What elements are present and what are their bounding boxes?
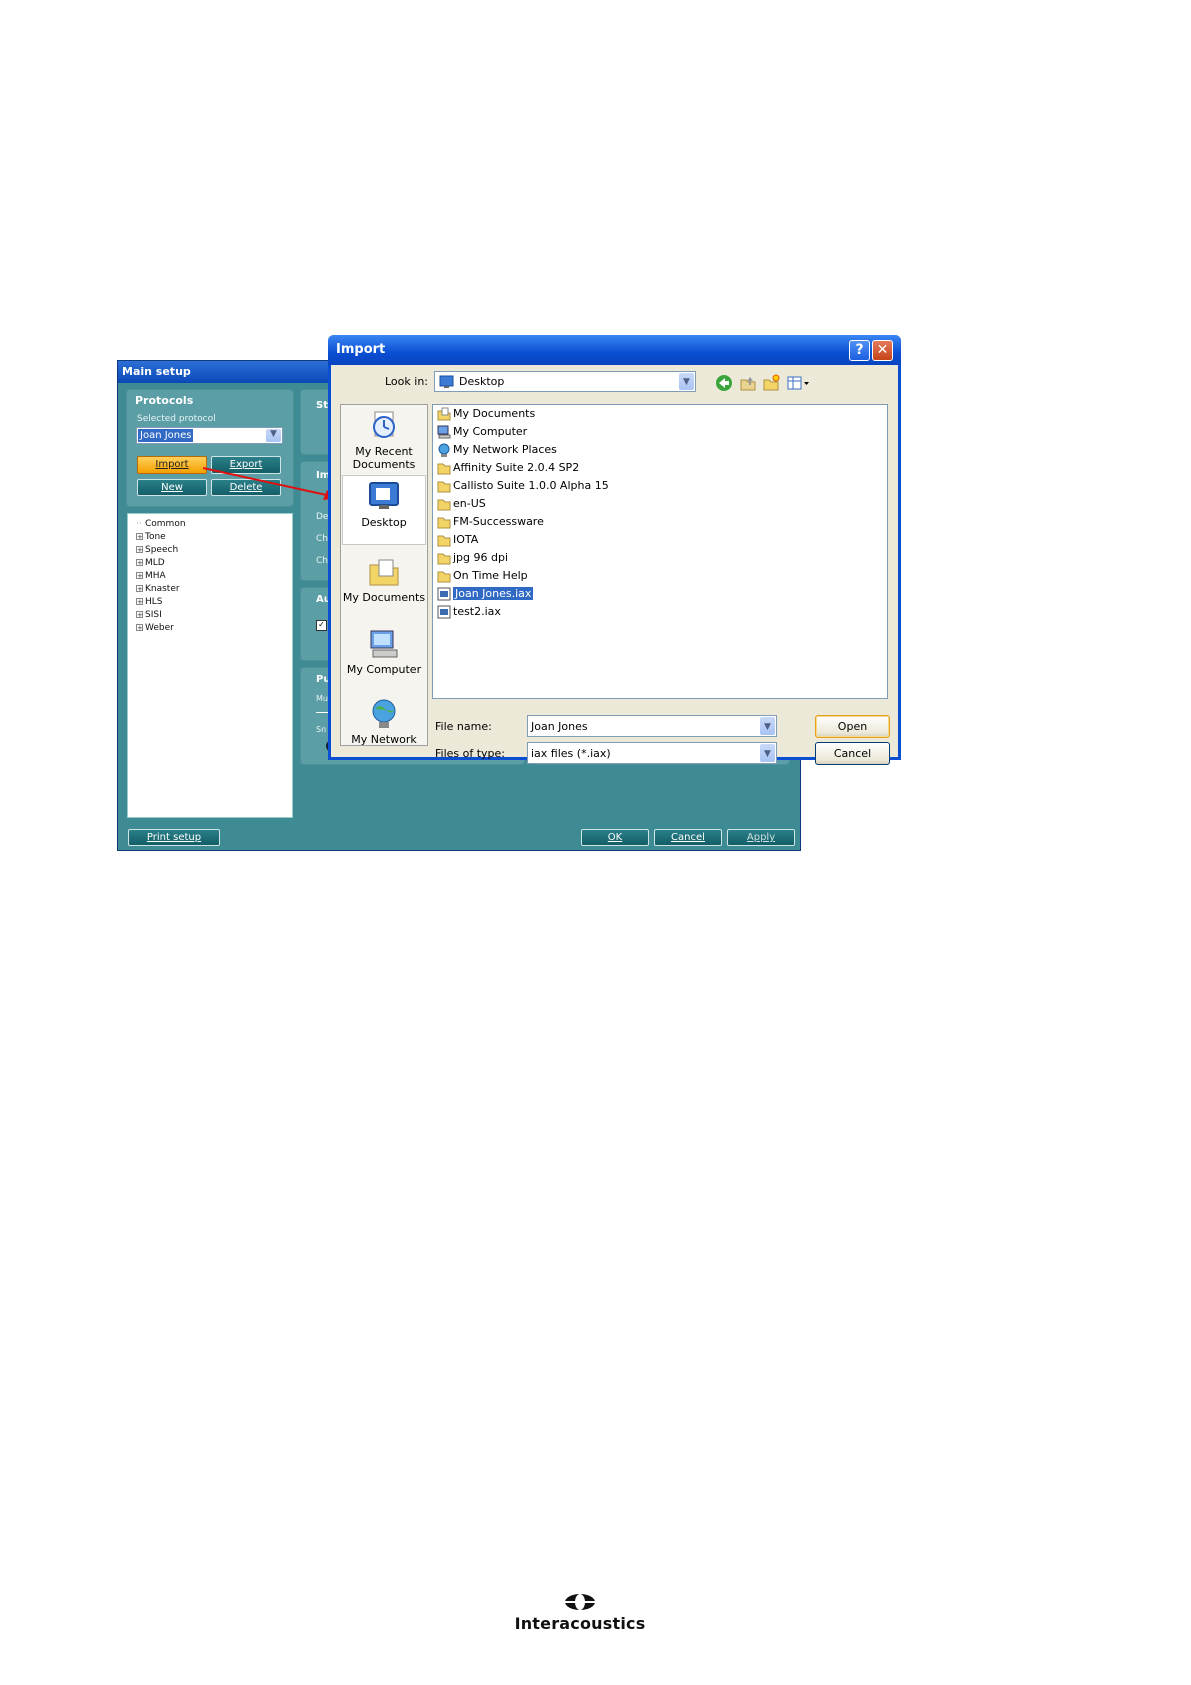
look-in-value: Desktop bbox=[459, 375, 505, 388]
computer-icon bbox=[437, 425, 451, 439]
interacoustics-logo: Interacoustics bbox=[500, 1592, 660, 1633]
folder-icon bbox=[437, 535, 451, 547]
open-button[interactable]: Open bbox=[815, 715, 890, 738]
folder-icon bbox=[437, 517, 451, 529]
import-dialog: Import ? ✕ Look in: Desktop ▼ My Recent … bbox=[328, 335, 901, 765]
protocol-tree[interactable]: ·· Common + Tone + Speech + MLD + MHA + Knaste… bbox=[127, 513, 293, 818]
file-name-label: File name: bbox=[435, 720, 492, 733]
red-arrow-icon bbox=[202, 467, 338, 500]
my-documents-icon bbox=[369, 559, 399, 586]
list-item[interactable]: en-US bbox=[437, 497, 486, 514]
place-my-network[interactable]: My Network bbox=[342, 697, 426, 746]
files-of-type-label: Files of type: bbox=[435, 747, 506, 760]
list-item[interactable]: My Documents bbox=[437, 407, 535, 424]
main-cancel-button[interactable]: Cancel bbox=[654, 829, 722, 846]
folder-icon bbox=[437, 571, 451, 583]
folder-icon bbox=[437, 553, 451, 565]
list-item[interactable]: Callisto Suite 1.0.0 Alpha 15 bbox=[437, 479, 609, 496]
up-folder-icon[interactable] bbox=[739, 374, 757, 392]
chevron-down-icon[interactable]: ▼ bbox=[760, 744, 775, 762]
file-list[interactable]: My Documents My Computer My Network Plac… bbox=[432, 404, 888, 699]
list-item[interactable]: My Network Places bbox=[437, 443, 557, 460]
tree-item-knaster[interactable]: + Knaster bbox=[136, 583, 186, 596]
expand-icon: + bbox=[136, 598, 143, 606]
folder-icon bbox=[437, 499, 451, 511]
protocols-title: Protocols bbox=[135, 394, 194, 407]
place-desktop[interactable]: Desktop bbox=[342, 475, 426, 545]
iax-file-icon bbox=[437, 587, 451, 601]
import-cancel-button[interactable]: Cancel bbox=[815, 742, 890, 765]
iax-file-icon bbox=[437, 605, 451, 619]
view-menu-icon[interactable] bbox=[787, 374, 811, 392]
recent-documents-icon bbox=[373, 411, 395, 438]
print-setup-button[interactable]: Print setup bbox=[128, 829, 220, 846]
expand-icon: + bbox=[136, 624, 143, 632]
expand-icon: + bbox=[136, 559, 143, 567]
file-name-value: Joan Jones bbox=[531, 720, 588, 733]
place-my-computer[interactable]: My Computer bbox=[342, 627, 426, 676]
files-of-type-dropdown[interactable]: iax files (*.iax) ▼ bbox=[527, 742, 777, 764]
help-icon[interactable]: ? bbox=[849, 340, 870, 361]
look-in-label: Look in: bbox=[385, 375, 428, 388]
tree-item-sisi[interactable]: + SISI bbox=[136, 609, 186, 622]
list-item-selected[interactable]: Joan Jones.iax bbox=[437, 587, 534, 604]
place-my-recent-documents[interactable]: My Recent Documents bbox=[342, 409, 426, 471]
brand-name: Interacoustics bbox=[514, 1614, 646, 1633]
checkbox[interactable]: ✓ bbox=[316, 620, 327, 631]
network-icon bbox=[372, 699, 396, 728]
tree-item-speech[interactable]: + Speech bbox=[136, 544, 186, 557]
computer-icon bbox=[370, 630, 398, 658]
place-my-documents[interactable]: My Documents bbox=[342, 555, 426, 604]
tree-item-tone[interactable]: + Tone bbox=[136, 531, 186, 544]
chevron-down-icon[interactable]: ▼ bbox=[266, 429, 281, 442]
places-bar: My Recent Documents Desktop My Documents bbox=[340, 404, 428, 746]
selected-protocol-label: Selected protocol bbox=[137, 414, 216, 424]
back-icon[interactable] bbox=[715, 374, 733, 392]
list-item[interactable]: test2.iax bbox=[437, 605, 501, 622]
tree-item-mld[interactable]: + MLD bbox=[136, 557, 186, 570]
selected-protocol-value: Joan Jones bbox=[138, 429, 194, 442]
tree-list: ·· Common + Tone + Speech + MLD + MHA + Knaste… bbox=[136, 518, 186, 635]
desktop-icon bbox=[369, 482, 399, 509]
list-item[interactable]: On Time Help bbox=[437, 569, 528, 586]
files-of-type-value: iax files (*.iax) bbox=[531, 747, 611, 760]
import-titlebar: Import ? ✕ bbox=[328, 335, 901, 365]
expand-icon: + bbox=[136, 572, 143, 580]
look-in-dropdown[interactable]: Desktop ▼ bbox=[434, 371, 696, 392]
folder-icon bbox=[437, 463, 451, 475]
import-title: Import bbox=[336, 342, 386, 357]
interacoustics-logo-icon bbox=[565, 1594, 595, 1610]
divider bbox=[316, 712, 328, 713]
list-item[interactable]: Affinity Suite 2.0.4 SP2 bbox=[437, 461, 579, 478]
close-icon[interactable]: ✕ bbox=[872, 340, 893, 361]
expand-icon: + bbox=[136, 533, 143, 541]
tree-item-hls[interactable]: + HLS bbox=[136, 596, 186, 609]
apply-button[interactable]: Apply bbox=[727, 829, 795, 846]
tree-item-common[interactable]: ·· Common bbox=[136, 518, 186, 531]
chevron-down-icon[interactable]: ▼ bbox=[760, 717, 775, 735]
tree-item-mha[interactable]: + MHA bbox=[136, 570, 186, 583]
list-item[interactable]: My Computer bbox=[437, 425, 527, 442]
expand-icon: + bbox=[136, 585, 143, 593]
expand-icon: + bbox=[136, 611, 143, 619]
tree-item-weber[interactable]: + Weber bbox=[136, 622, 186, 635]
desktop-icon bbox=[439, 375, 454, 388]
new-folder-icon[interactable] bbox=[762, 374, 780, 392]
selected-protocol-dropdown[interactable]: Joan Jones ▼ bbox=[136, 427, 283, 444]
list-item[interactable]: jpg 96 dpi bbox=[437, 551, 508, 568]
list-item[interactable]: IOTA bbox=[437, 533, 478, 550]
expand-icon: + bbox=[136, 546, 143, 554]
list-item[interactable]: FM-Successware bbox=[437, 515, 544, 532]
my-documents-icon bbox=[437, 407, 451, 421]
network-icon bbox=[438, 443, 450, 457]
file-name-input[interactable]: Joan Jones ▼ bbox=[527, 715, 777, 737]
import-dialog-body: Look in: Desktop ▼ My Recent Documents D… bbox=[331, 365, 898, 765]
folder-icon bbox=[437, 481, 451, 493]
chevron-down-icon[interactable]: ▼ bbox=[679, 373, 694, 390]
ok-button[interactable]: OK bbox=[581, 829, 649, 846]
